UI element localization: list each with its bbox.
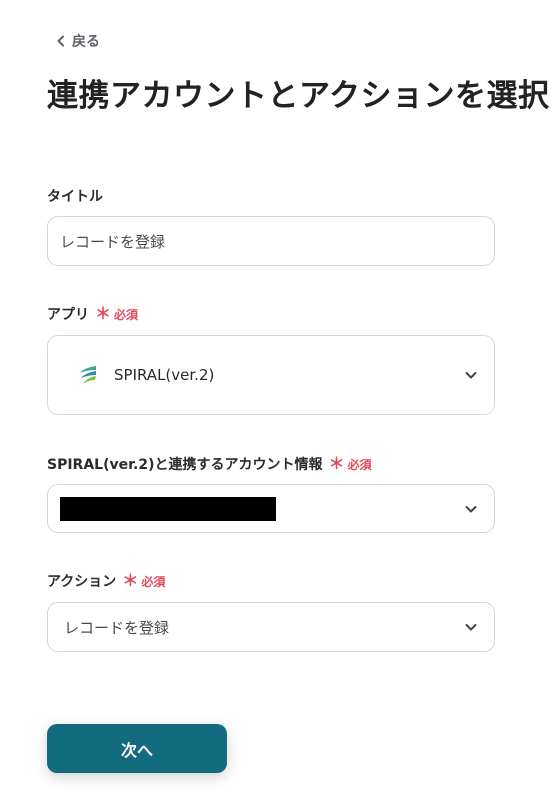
required-badge: ＊ 必須 — [122, 571, 166, 590]
required-badge: ＊ 必須 — [328, 454, 372, 473]
app-field-label: アプリ ＊ 必須 — [47, 304, 139, 324]
page-title: 連携アカウントとアクションを選択 — [47, 78, 550, 114]
title-field-label: タイトル — [47, 189, 103, 205]
spiral-logo-icon — [80, 366, 96, 384]
action-field-label: アクション ＊ 必須 — [47, 571, 166, 591]
app-select-value: SPIRAL(ver.2) — [114, 366, 215, 384]
next-button[interactable]: 次へ — [47, 724, 227, 773]
chevron-down-icon — [465, 624, 477, 631]
chevron-left-icon — [57, 35, 64, 47]
account-select[interactable] — [47, 484, 495, 533]
back-label: 戻る — [72, 34, 100, 50]
action-select-value: レコードを登録 — [64, 618, 170, 637]
required-badge: ＊ 必須 — [95, 304, 139, 323]
chevron-down-icon — [465, 505, 477, 512]
action-select[interactable]: レコードを登録 — [47, 602, 495, 652]
back-link[interactable]: 戻る — [54, 31, 100, 51]
title-field — [47, 216, 495, 266]
title-input[interactable] — [48, 217, 494, 265]
page: 戻る 連携アカウントとアクションを選択 タイトル アプリ ＊ 必須 SPIRAL… — [0, 0, 553, 811]
chevron-down-icon — [465, 372, 477, 379]
redacted-account-value — [60, 497, 276, 521]
app-select[interactable]: SPIRAL(ver.2) — [47, 335, 495, 415]
account-field-label: SPIRAL(ver.2)と連携するアカウント情報 ＊ 必須 — [47, 454, 372, 474]
